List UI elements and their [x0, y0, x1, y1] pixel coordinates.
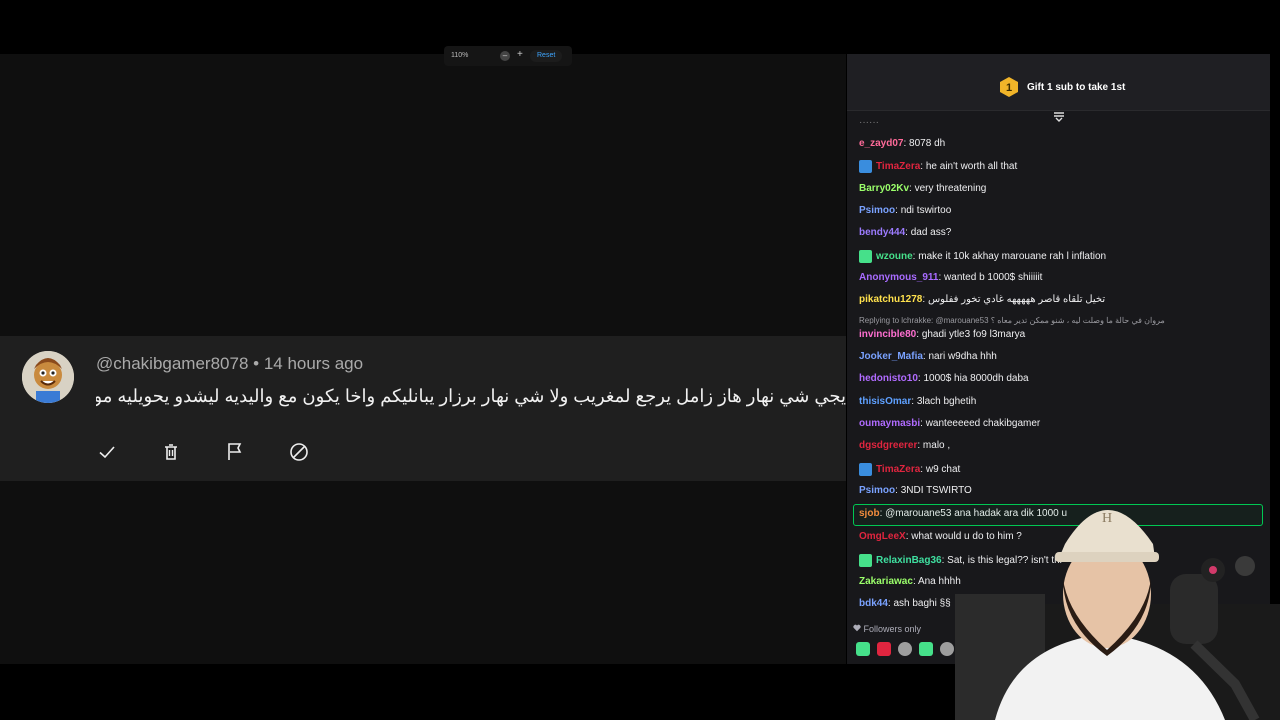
chat-username[interactable]: pikatchu1278 [859, 294, 922, 305]
chat-username[interactable]: wzoune [876, 251, 913, 262]
followers-only-text: Followers only [863, 624, 922, 634]
avatar[interactable] [22, 351, 74, 403]
chat-message-text: nari w9dha hhh [928, 351, 997, 362]
chat-message-text: dad ass? [910, 227, 952, 238]
zoom-in-button[interactable]: + [517, 49, 523, 60]
chat-message-text: ash baghi §§ [893, 598, 951, 609]
chat-username[interactable]: Zakariawac [859, 576, 913, 587]
hide-user-button[interactable] [287, 440, 311, 464]
chat-message-text: 3lach bghetih [916, 396, 977, 407]
chat-message: Psimoo: ndi tswirtoo [859, 205, 951, 216]
zoom-toolbar: 110% – + Reset [444, 46, 572, 66]
chat-username[interactable]: thisisOmar [859, 396, 911, 407]
emote-chat-icon[interactable] [919, 642, 933, 656]
lightning-badge-icon [859, 463, 872, 476]
svg-text:H: H [1102, 511, 1112, 526]
chat-message-text: malo , [922, 440, 951, 451]
comment-time[interactable]: 14 hours ago [264, 354, 363, 373]
chat-username[interactable]: Jooker_Mafia [859, 351, 923, 362]
chat-message-text: wanteeeeed chakibgamer [925, 418, 1041, 429]
chat-username[interactable]: bendy444 [859, 227, 905, 238]
collapse-icon[interactable] [1053, 112, 1065, 122]
chat-username[interactable]: Anonymous_911 [859, 272, 938, 283]
avatar-image-icon [22, 351, 74, 403]
emote-clown-icon[interactable] [940, 642, 954, 656]
chat-username[interactable]: Barry02Kv [859, 183, 909, 194]
chat-message: Jooker_Mafia: nari w9dha hhh [859, 351, 997, 362]
chat-message-text: تخيل تلقاه قاصر هههههه غادي تخور ففلوس [927, 294, 1106, 305]
chat-message: pikatchu1278: تخيل تلقاه قاصر هههههه غاد… [859, 294, 1105, 305]
rank-number: 1 [1006, 82, 1012, 94]
streamer-webcam-icon: H [955, 510, 1280, 720]
webcam-overlay: H [955, 474, 1280, 720]
chat-message-text: ghadi ytle3 fo9 l3marya [921, 329, 1026, 340]
chat-message: TimaZera: he ain't worth all that [859, 160, 1017, 173]
lightning-badge-icon [859, 160, 872, 173]
chat-message-text: wanted b 1000$ shiiiiit [944, 272, 1043, 283]
chat-username[interactable]: TimaZera [876, 161, 920, 172]
chat-message: oumaymasbi: wanteeeeed chakibgamer [859, 418, 1040, 429]
check-icon [99, 446, 115, 459]
chat-username[interactable]: TimaZera [876, 464, 920, 475]
pinned-bar[interactable]: 1 Gift 1 sub to take 1st [847, 54, 1270, 111]
chat-message-text: very threatening [914, 183, 987, 194]
chat-message: wzoune: make it 10k akhay marouane rah l… [859, 250, 1106, 263]
heart-icon [853, 624, 861, 632]
gift-badge-icon [859, 250, 872, 263]
chat-message-text: 1000$ hia 8000dh daba [923, 373, 1029, 384]
chat-username[interactable]: Psimoo [859, 205, 895, 216]
chat-username[interactable]: RelaxinBag36 [876, 555, 942, 566]
top-letterbox [0, 0, 1280, 54]
approve-button[interactable] [95, 440, 119, 464]
chat-username[interactable]: dgsdgreerer [859, 440, 917, 451]
chat-message: Anonymous_911: wanted b 1000$ shiiiiit [859, 272, 1042, 283]
comments-pane: @chakibgamer8078 • 14 hours ago يجي شي ن… [0, 54, 846, 664]
block-icon [290, 443, 308, 461]
zoom-reset-button[interactable]: Reset [530, 50, 563, 62]
chat-message: e_zayd07: 8078 dh [859, 138, 945, 149]
trash-icon [165, 444, 177, 460]
chat-username[interactable]: bdk44 [859, 598, 888, 609]
chat-message-text: he ain't worth all that [925, 161, 1018, 173]
chat-message: hedonisto10: 1000$ hia 8000dh daba [859, 373, 1029, 384]
chat-message-text: ndi tswirtoo [900, 205, 952, 216]
followers-only-label: Followers only [853, 624, 921, 634]
emote-face-icon[interactable] [898, 642, 912, 656]
gift-badge-icon [859, 554, 872, 567]
emote-red-icon[interactable] [877, 642, 891, 656]
comment-card: @chakibgamer8078 • 14 hours ago يجي شي ن… [0, 336, 846, 481]
zoom-level: 110% [451, 52, 469, 59]
chat-username[interactable]: invincible80 [859, 329, 916, 340]
chat-message: Zakariawac: Ana hhhh [859, 576, 961, 587]
report-button[interactable] [223, 440, 247, 464]
chat-message: Barry02Kv: very threatening [859, 183, 986, 194]
chat-message: bdk44: ash baghi §§ [859, 598, 951, 609]
emote-green-icon[interactable] [856, 642, 870, 656]
pinned-label: Gift 1 sub to take 1st [1027, 82, 1126, 93]
chat-message: dgsdgreerer: malo , [859, 440, 950, 451]
comment-handle[interactable]: @chakibgamer8078 [96, 354, 248, 373]
chat-username[interactable]: Psimoo [859, 485, 895, 496]
chat-message: TimaZera: w9 chat [859, 463, 960, 476]
flag-icon [228, 443, 242, 460]
chat-username[interactable]: oumaymasbi [859, 418, 920, 429]
zoom-out-button[interactable]: – [500, 51, 510, 61]
reply-context[interactable]: Replying to lchrakke: @marouane53 مروان … [859, 316, 1165, 325]
comment-text: يجي شي نهار هاز زامل يرجع لمغريب ولا شي … [96, 386, 846, 406]
rank-badge-icon: 1 [1000, 77, 1018, 97]
chat-message-text: 8078 dh [909, 138, 946, 149]
bottom-letterbox [0, 664, 955, 720]
chat-message: invincible80: ghadi ytle3 fo9 l3marya [859, 329, 1025, 340]
comment-separator: • [248, 354, 264, 373]
chat-username[interactable]: hedonisto10 [859, 373, 918, 384]
chat-message: bendy444: dad ass? [859, 227, 951, 238]
cut-off-message: ······ [859, 117, 879, 125]
chat-message: thisisOmar: 3lach bghetih [859, 396, 976, 407]
delete-button[interactable] [159, 440, 183, 464]
chat-message-text: make it 10k akhay marouane rah l inflati… [918, 251, 1107, 263]
comment-header: @chakibgamer8078 • 14 hours ago [96, 354, 363, 374]
chat-username[interactable]: e_zayd07 [859, 138, 903, 149]
chat-username[interactable]: OmgLeeX [859, 531, 906, 542]
